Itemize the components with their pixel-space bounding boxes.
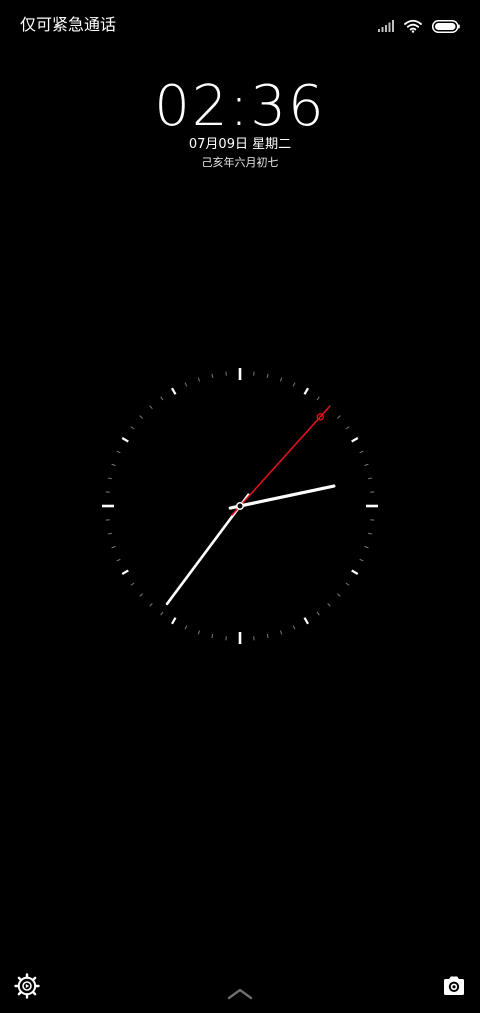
analog-clock [100, 366, 380, 646]
lunar-date: 己亥年六月初七 [201, 156, 279, 169]
clock-tick [121, 569, 129, 575]
clock-tick [111, 463, 116, 466]
clock-tick [364, 463, 369, 466]
clock-tick [184, 382, 188, 387]
lock-screen-date: 07月09日 星期二 [188, 137, 292, 152]
clock-tick [116, 558, 121, 562]
clock-tick [345, 582, 350, 586]
clock-tick [316, 611, 320, 616]
camera-icon[interactable] [441, 973, 467, 999]
settings-gear-icon[interactable] [14, 973, 40, 999]
clock-tick [160, 396, 164, 401]
clock-tick [292, 382, 296, 387]
clock-tick [160, 611, 164, 616]
clock-tick [130, 426, 135, 430]
clock-tick [364, 546, 369, 549]
clock-tick [211, 634, 214, 639]
clock-tick [107, 477, 112, 480]
clock-tick [171, 617, 177, 625]
clock-tick [327, 603, 331, 607]
chevron-up-icon[interactable] [226, 986, 254, 1000]
wifi-icon [404, 19, 422, 33]
clock-tick [266, 373, 269, 378]
clock-tick [130, 582, 135, 586]
clock-tick [107, 532, 112, 535]
clock-tick [139, 415, 143, 419]
clock-tick [121, 437, 129, 443]
clock-tick [368, 532, 373, 535]
clock-tick [337, 593, 341, 597]
clock-tick [139, 593, 143, 597]
clock-tick [337, 415, 341, 419]
clock-tick [111, 546, 116, 549]
clock-center [236, 502, 244, 510]
clock-tick [197, 630, 200, 635]
clock-tick [368, 477, 373, 480]
clock-tick [116, 450, 121, 454]
clock-tick [351, 569, 359, 575]
clock-tick [211, 373, 214, 378]
clock-tick [359, 450, 364, 454]
carrier-text: 仅可紧急通话 [20, 15, 117, 34]
clock-tick [280, 630, 283, 635]
clock-tick [351, 437, 359, 443]
lock-screen-time: 02:36 [154, 74, 326, 139]
clock-tick [266, 634, 269, 639]
clock-tick [359, 558, 364, 562]
status-bar: 仅可紧急通话 [0, 0, 480, 52]
clock-tick [303, 617, 309, 625]
clock-tick [149, 603, 153, 607]
status-icons [378, 16, 460, 36]
clock-tick [184, 625, 188, 630]
clock-tick [316, 396, 320, 401]
clock-face [102, 368, 378, 644]
clock-tick [345, 426, 350, 430]
clock-tick [149, 405, 153, 409]
clock-tick [197, 377, 200, 382]
clock-tick [171, 387, 177, 395]
clock-tick [280, 377, 283, 382]
battery-icon [432, 19, 460, 33]
clock-tick [292, 625, 296, 630]
clock-tick [303, 387, 309, 395]
signal-icon [378, 20, 394, 32]
